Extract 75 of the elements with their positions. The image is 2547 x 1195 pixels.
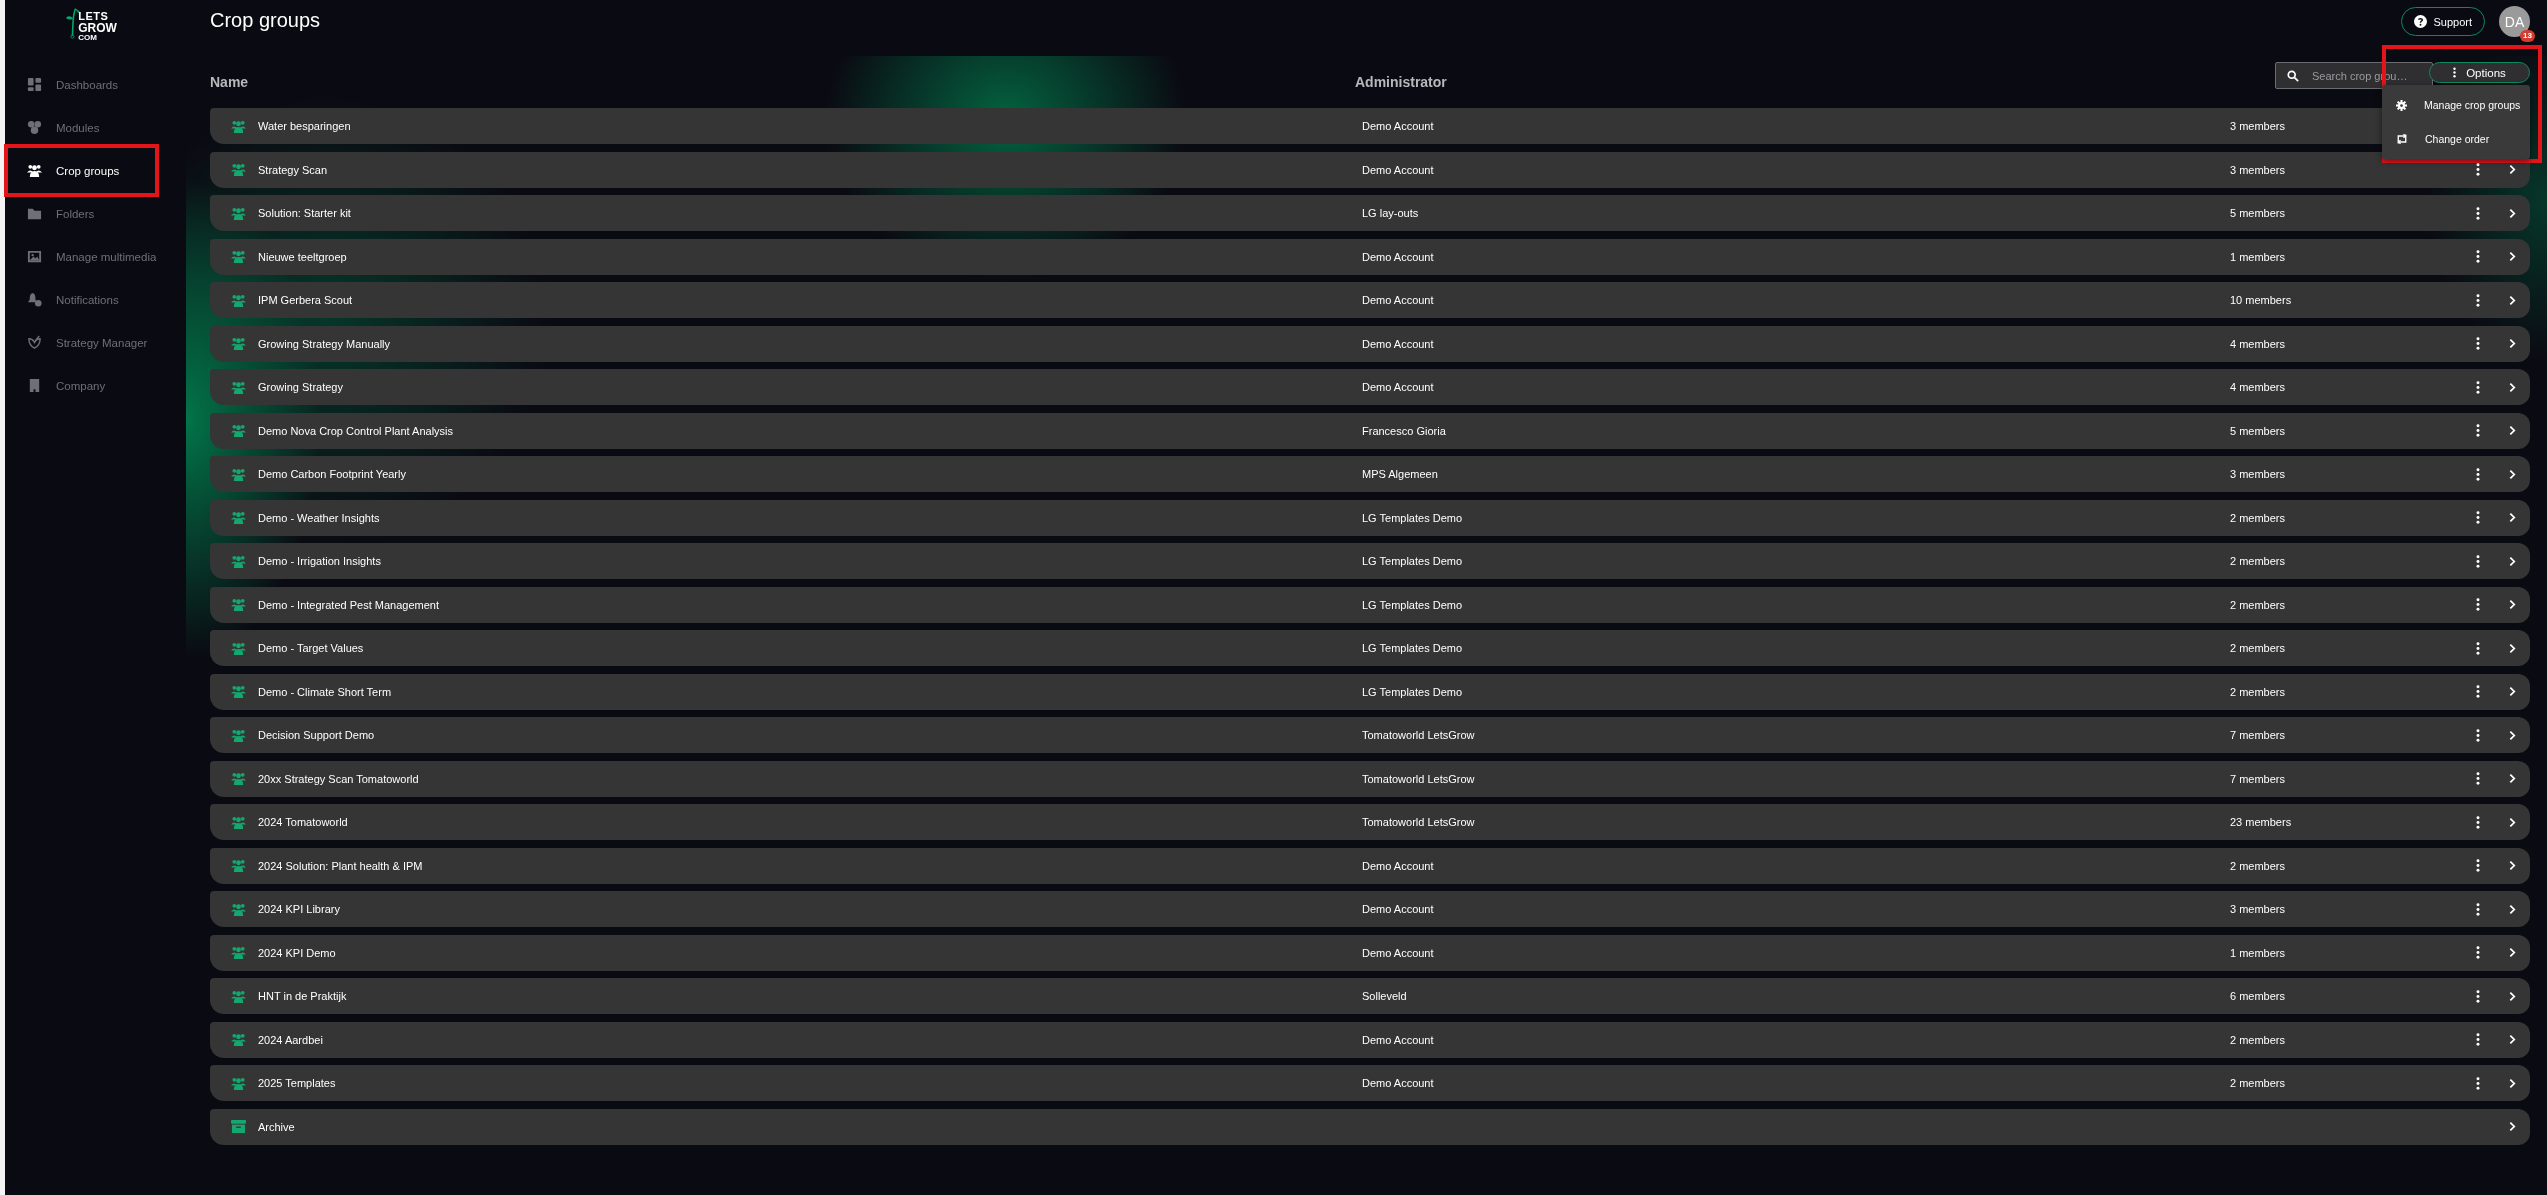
- member-count: 10 members: [2230, 294, 2293, 306]
- member-count: 5 members: [2230, 424, 2287, 437]
- group-name: 2024 Solution: Plant health & IPM: [258, 859, 424, 872]
- notification-badge: 13: [2520, 30, 2535, 42]
- group-name: 2024 KPI Demo: [258, 946, 337, 959]
- administrator-name: Demo Account: [1362, 163, 1435, 176]
- group-name: Growing Strategy: [258, 381, 344, 393]
- administrator-name: LG Templates Demo: [1362, 511, 1464, 524]
- column-header: Name: [210, 74, 250, 90]
- administrator-name: Demo Account: [1362, 903, 1435, 915]
- group-name: Growing Strategy Manually: [258, 337, 392, 350]
- member-count: 3 members: [2230, 120, 2287, 132]
- group-name: Strategy Scan: [258, 163, 329, 176]
- group-name: Demo - Irrigation Insights: [258, 555, 382, 567]
- administrator-name: Demo Account: [1362, 1033, 1435, 1046]
- member-count: 2 members: [2230, 1077, 2287, 1089]
- administrator-name: Tomatoworld LetsGrow: [1362, 816, 1476, 828]
- member-count: 3 members: [2230, 163, 2287, 176]
- group-name: Demo - Climate Short Term: [258, 685, 393, 698]
- administrator-name: Francesco Gioria: [1362, 424, 1447, 437]
- administrator-name: Demo Account: [1362, 946, 1435, 959]
- group-name: 2024 Tomatoworld: [258, 816, 349, 828]
- group-name: 2024 Aardbei: [258, 1033, 324, 1046]
- group-name: IPM Gerbera Scout: [258, 294, 354, 306]
- member-count: 5 members: [2230, 207, 2287, 219]
- administrator-name: MPS Algemeen: [1362, 468, 1439, 480]
- group-name: Demo Nova Crop Control Plant Analysis: [258, 424, 455, 437]
- group-name: Nieuwe teeltgroep: [258, 250, 348, 263]
- member-count: 2 members: [2230, 598, 2287, 611]
- group-name: Decision Support Demo: [258, 729, 376, 741]
- member-count: 2 members: [2230, 1033, 2287, 1046]
- member-count: 7 members: [2230, 729, 2287, 741]
- administrator-name: Solleveld: [1362, 990, 1408, 1002]
- member-count: 1 members: [2230, 250, 2287, 263]
- member-count: 2 members: [2230, 555, 2287, 567]
- administrator-name: Demo Account: [1362, 294, 1435, 306]
- administrator-name: Demo Account: [1362, 381, 1435, 393]
- member-count: 3 members: [2230, 903, 2287, 915]
- administrator-name: LG Templates Demo: [1362, 555, 1464, 567]
- group-name: Demo - Target Values: [258, 642, 365, 654]
- group-name: Archive: [258, 1120, 296, 1133]
- member-count: 1 members: [2230, 946, 2287, 959]
- member-count: 7 members: [2230, 772, 2287, 785]
- group-name: HNT in de Praktijk: [258, 990, 348, 1002]
- group-name: Water besparingen: [258, 120, 352, 132]
- administrator-name: Demo Account: [1362, 120, 1435, 132]
- column-header: Administrator: [1355, 74, 1447, 90]
- member-count: 2 members: [2230, 511, 2287, 524]
- member-count: 4 members: [2230, 381, 2287, 393]
- group-name: Solution: Starter kit: [258, 207, 352, 219]
- member-count: 23 members: [2230, 816, 2293, 828]
- group-name: Demo - Integrated Pest Management: [258, 598, 440, 611]
- group-name: Demo Carbon Footprint Yearly: [258, 468, 407, 480]
- member-count: 4 members: [2230, 337, 2287, 350]
- administrator-name: LG Templates Demo: [1362, 685, 1464, 698]
- administrator-name: Tomatoworld LetsGrow: [1362, 772, 1476, 785]
- administrator-name: LG Templates Demo: [1362, 642, 1464, 654]
- member-count: 3 members: [2230, 468, 2287, 480]
- administrator-name: Tomatoworld LetsGrow: [1362, 729, 1476, 741]
- administrator-name: Demo Account: [1362, 1077, 1435, 1089]
- administrator-name: Demo Account: [1362, 337, 1435, 350]
- logo: LETS GROW COM: [0, 0, 186, 50]
- administrator-name: LG lay-outs: [1362, 207, 1420, 219]
- member-count: 6 members: [2230, 990, 2287, 1002]
- member-count: 2 members: [2230, 642, 2287, 654]
- page-title: Crop groups: [210, 9, 321, 32]
- administrator-name: Demo Account: [1362, 250, 1435, 263]
- group-name: 2024 KPI Library: [258, 903, 341, 915]
- group-name: 2025 Templates: [258, 1077, 337, 1089]
- administrator-name: LG Templates Demo: [1362, 598, 1464, 611]
- group-name: Demo - Weather Insights: [258, 511, 381, 524]
- administrator-name: Demo Account: [1362, 859, 1435, 872]
- member-count: 2 members: [2230, 685, 2287, 698]
- member-count: 2 members: [2230, 859, 2287, 872]
- group-name: 20xx Strategy Scan Tomatoworld: [258, 772, 420, 785]
